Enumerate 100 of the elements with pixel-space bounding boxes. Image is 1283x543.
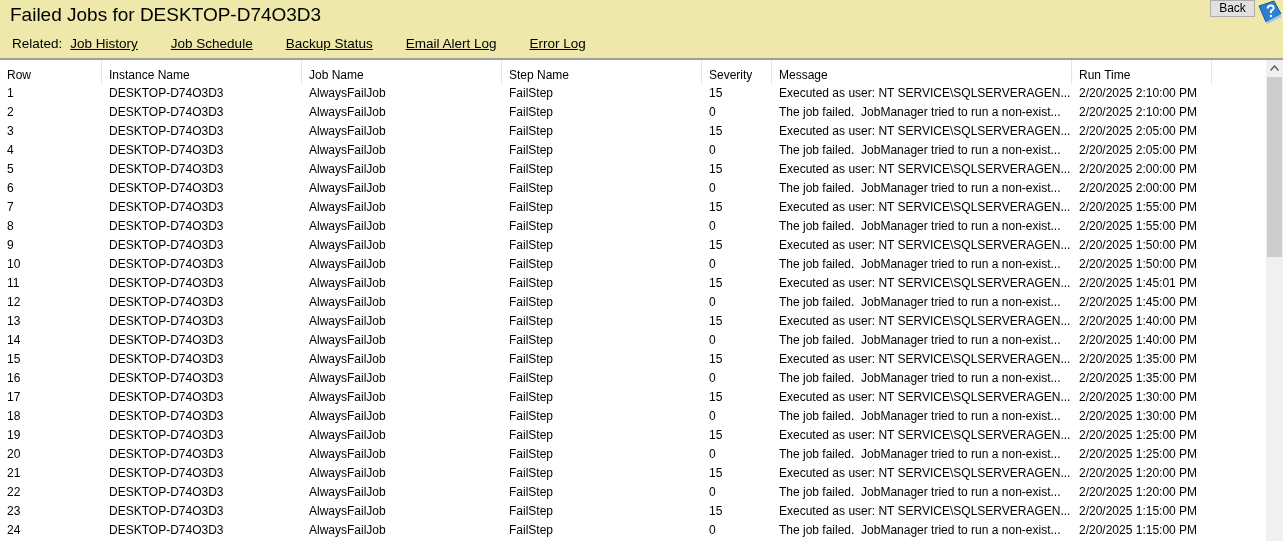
table-cell-text: 17 bbox=[6, 389, 22, 406]
column-header[interactable]: Severity bbox=[702, 60, 772, 84]
table-cell-text: 2/20/2025 1:25:00 PM bbox=[1078, 427, 1199, 444]
related-link[interactable]: Job Schedule bbox=[170, 36, 253, 52]
table-cell-text: Executed as user: NT SERVICE\SQLSERVERAGEN... bbox=[778, 275, 1072, 292]
table-cell-text: AlwaysFailJob bbox=[308, 256, 387, 273]
table-cell-text: DESKTOP-D74O3D3 bbox=[108, 180, 225, 197]
table-cell-text: DESKTOP-D74O3D3 bbox=[108, 256, 225, 273]
table-cell-text: 8 bbox=[6, 218, 15, 235]
related-link[interactable]: Job History bbox=[70, 36, 138, 52]
table-cell-text: FailStep bbox=[508, 161, 555, 178]
help-icon[interactable] bbox=[1256, 0, 1282, 24]
table-cell-text: 15 bbox=[708, 503, 724, 520]
scrollbar-thumb[interactable] bbox=[1267, 77, 1282, 257]
table-cell-text: FailStep bbox=[508, 237, 555, 254]
table-cell-text: AlwaysFailJob bbox=[308, 123, 387, 140]
table-cell-text: 2/20/2025 1:50:00 PM bbox=[1078, 256, 1199, 273]
table-cell-text: 16 bbox=[6, 370, 22, 387]
table-cell-text: DESKTOP-D74O3D3 bbox=[108, 465, 225, 482]
table-cell-text: DESKTOP-D74O3D3 bbox=[108, 522, 225, 539]
table-cell-text: 2/20/2025 2:05:00 PM bbox=[1078, 142, 1199, 159]
table-cell-text: AlwaysFailJob bbox=[308, 465, 387, 482]
table-cell-text: 2/20/2025 1:40:00 PM bbox=[1078, 332, 1199, 349]
table-cell-text: 15 bbox=[708, 161, 724, 178]
back-button[interactable]: Back bbox=[1210, 0, 1255, 17]
table-cell-text: AlwaysFailJob bbox=[308, 85, 387, 102]
table-cell-text: The job failed. JobManager tried to run a non-exist... bbox=[778, 446, 1062, 463]
table-cell-text: 15 bbox=[708, 199, 724, 216]
table-cell-text: FailStep bbox=[508, 484, 555, 501]
table-cell-text: AlwaysFailJob bbox=[308, 161, 387, 178]
table-cell-text: Executed as user: NT SERVICE\SQLSERVERAGEN... bbox=[778, 313, 1072, 330]
table-cell-text: 0 bbox=[708, 522, 717, 539]
table-cell-text: Executed as user: NT SERVICE\SQLSERVERAGEN... bbox=[778, 427, 1072, 444]
table-cell-text: FailStep bbox=[508, 465, 555, 482]
table-cell-text: DESKTOP-D74O3D3 bbox=[108, 351, 225, 368]
table-cell-text: 2/20/2025 2:10:00 PM bbox=[1078, 104, 1199, 121]
table-cell-text: AlwaysFailJob bbox=[308, 370, 387, 387]
table-cell-text: 0 bbox=[708, 256, 717, 273]
table-cell-text: FailStep bbox=[508, 370, 555, 387]
table-cell-text: DESKTOP-D74O3D3 bbox=[108, 161, 225, 178]
table-cell-text: 0 bbox=[708, 370, 717, 387]
table-cell-text: 2/20/2025 1:35:00 PM bbox=[1078, 370, 1199, 387]
table-cell-text: FailStep bbox=[508, 389, 555, 406]
column-header[interactable]: Step Name bbox=[502, 60, 702, 84]
table-cell-text: 2/20/2025 1:15:00 PM bbox=[1078, 503, 1199, 520]
table-cell-text: 15 bbox=[708, 85, 724, 102]
table-cell-text: DESKTOP-D74O3D3 bbox=[108, 313, 225, 330]
table-cell-text: AlwaysFailJob bbox=[308, 446, 387, 463]
table-cell-text: AlwaysFailJob bbox=[308, 389, 387, 406]
table-cell-text: The job failed. JobManager tried to run a non-exist... bbox=[778, 142, 1062, 159]
table-cell-text: DESKTOP-D74O3D3 bbox=[108, 123, 225, 140]
table-cell-text: AlwaysFailJob bbox=[308, 484, 387, 501]
table-cell-text: The job failed. JobManager tried to run a non-exist... bbox=[778, 256, 1062, 273]
column-header[interactable]: Job Name bbox=[302, 60, 502, 84]
table-cell-text: FailStep bbox=[508, 503, 555, 520]
table-cell-text: FailStep bbox=[508, 408, 555, 425]
column-header[interactable]: Run Time bbox=[1072, 60, 1212, 84]
table-cell-text: 1 bbox=[6, 85, 15, 102]
table-cell-text: AlwaysFailJob bbox=[308, 142, 387, 159]
related-link[interactable]: Backup Status bbox=[285, 36, 373, 52]
table-cell-text: FailStep bbox=[508, 427, 555, 444]
column-header[interactable]: Row bbox=[0, 60, 102, 84]
table-cell-text: 10 bbox=[6, 256, 22, 273]
table-cell-text: Executed as user: NT SERVICE\SQLSERVERAGEN... bbox=[778, 199, 1072, 216]
table-cell-text: 15 bbox=[708, 275, 724, 292]
table-cell-text: The job failed. JobManager tried to run a non-exist... bbox=[778, 408, 1062, 425]
table-cell-text: 20 bbox=[6, 446, 22, 463]
table-cell-text: DESKTOP-D74O3D3 bbox=[108, 332, 225, 349]
table-cell-text: 19 bbox=[6, 427, 22, 444]
table-cell-text: AlwaysFailJob bbox=[308, 237, 387, 254]
table-cell-text: 2 bbox=[6, 104, 15, 121]
related-link[interactable]: Email Alert Log bbox=[405, 36, 497, 52]
table-cell-text: Executed as user: NT SERVICE\SQLSERVERAGEN... bbox=[778, 123, 1072, 140]
table-cell-text: 2/20/2025 1:30:00 PM bbox=[1078, 389, 1199, 406]
table-cell-text: FailStep bbox=[508, 218, 555, 235]
table-cell-text: 2/20/2025 1:45:00 PM bbox=[1078, 294, 1199, 311]
scrollbar[interactable] bbox=[1266, 60, 1283, 541]
related-link[interactable]: Error Log bbox=[529, 36, 586, 52]
scroll-up-icon[interactable] bbox=[1270, 65, 1279, 71]
page-title: Failed Jobs for DESKTOP-D74O3D3 bbox=[10, 3, 322, 27]
table-cell-text: 21 bbox=[6, 465, 22, 482]
table-cell-text: 14 bbox=[6, 332, 22, 349]
table-cell-text: DESKTOP-D74O3D3 bbox=[108, 484, 225, 501]
table-cell-text: DESKTOP-D74O3D3 bbox=[108, 237, 225, 254]
table-cell-text: 2/20/2025 1:35:00 PM bbox=[1078, 351, 1199, 368]
table-cell-text: 2/20/2025 1:55:00 PM bbox=[1078, 218, 1199, 235]
table-cell-text: DESKTOP-D74O3D3 bbox=[108, 199, 225, 216]
table-cell-text: 15 bbox=[708, 465, 724, 482]
table-cell-text: 2/20/2025 2:00:00 PM bbox=[1078, 180, 1199, 197]
column-header[interactable]: Instance Name bbox=[102, 60, 302, 84]
table-cell-text: 12 bbox=[6, 294, 22, 311]
table-cell-text: FailStep bbox=[508, 294, 555, 311]
table-cell-text: FailStep bbox=[508, 142, 555, 159]
table-cell-text: DESKTOP-D74O3D3 bbox=[108, 104, 225, 121]
table-cell-text: DESKTOP-D74O3D3 bbox=[108, 218, 225, 235]
table-cell-text: 4 bbox=[6, 142, 15, 159]
table-cell-text: 2/20/2025 1:50:00 PM bbox=[1078, 237, 1199, 254]
table-cell-text: FailStep bbox=[508, 446, 555, 463]
column-header[interactable]: Message bbox=[772, 60, 1072, 84]
table-cell-text: FailStep bbox=[508, 522, 555, 539]
